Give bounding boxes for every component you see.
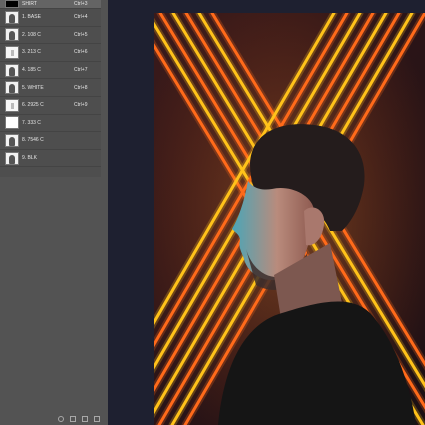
channel-name: 7. 333 C (22, 119, 41, 126)
channel-row[interactable]: 7. 333 C (0, 115, 101, 133)
new-channel-icon[interactable] (82, 416, 88, 422)
channel-thumbnail (5, 116, 19, 130)
trash-icon[interactable] (94, 416, 100, 422)
channel-thumbnail (5, 0, 19, 8)
channel-name: 9. BLK (22, 155, 38, 162)
channel-thumbnail (5, 10, 19, 24)
channel-thumbnail (5, 133, 19, 147)
channel-name: 6. 2925 C (22, 102, 44, 109)
visibility-toggle-icon[interactable] (0, 79, 4, 96)
channel-name: 4. 185 C (22, 67, 41, 74)
channel-row[interactable]: 8. 7546 C (0, 132, 101, 150)
channel-name: SHIRT (22, 1, 37, 7)
visibility-toggle-icon[interactable] (0, 44, 4, 61)
neon-x-portrait-artwork (154, 13, 425, 425)
visibility-toggle-icon[interactable] (0, 9, 4, 26)
channel-shortcut: Ctrl+4 (74, 14, 88, 21)
channel-thumbnail (5, 63, 19, 77)
channel-name: 3. 213 C (22, 49, 41, 56)
channels-panel-footer (0, 413, 108, 425)
channel-name: 8. 7546 C (22, 137, 44, 144)
portrait-photo (154, 13, 425, 425)
visibility-toggle-icon[interactable] (0, 27, 4, 44)
channel-thumbnail (5, 45, 19, 59)
save-selection-icon[interactable] (70, 416, 76, 422)
channel-row[interactable]: 2. 108 C Ctrl+5 (0, 27, 101, 45)
channel-row[interactable]: 6. 2925 C Ctrl+9 (0, 97, 101, 115)
channel-row[interactable]: 1. BASE Ctrl+4 (0, 9, 101, 27)
channel-name: 1. BASE (22, 14, 41, 21)
channel-row[interactable]: 5. WHITE Ctrl+8 (0, 79, 101, 97)
channel-shortcut: Ctrl+7 (74, 67, 88, 74)
channel-thumbnail (5, 151, 19, 165)
channel-shortcut: Ctrl+5 (74, 31, 88, 38)
dotted-circle-icon[interactable] (58, 416, 64, 422)
channel-shortcut: Ctrl+6 (74, 49, 88, 56)
channels-list: SHIRT Ctrl+3 1. BASE Ctrl+4 2. 108 C Ctrl+5 3.… (0, 0, 101, 177)
channel-thumbnail (5, 81, 19, 95)
channel-shortcut: Ctrl+9 (74, 102, 88, 109)
channel-row[interactable]: 9. BLK (0, 150, 101, 168)
visibility-toggle-icon[interactable] (0, 150, 4, 167)
channel-row[interactable]: SHIRT Ctrl+3 (0, 0, 101, 9)
channels-panel: SHIRT Ctrl+3 1. BASE Ctrl+4 2. 108 C Ctrl+5 3.… (0, 0, 108, 425)
visibility-toggle-icon[interactable] (0, 132, 4, 149)
visibility-toggle-icon[interactable] (0, 0, 4, 8)
visibility-toggle-icon[interactable] (0, 62, 4, 79)
channel-name: 5. WHITE (22, 84, 44, 91)
channel-shortcut: Ctrl+8 (74, 84, 88, 91)
visibility-toggle-icon[interactable] (0, 97, 4, 114)
channel-thumbnail (5, 28, 19, 42)
channel-thumbnail (5, 98, 19, 112)
channel-row[interactable]: 4. 185 C Ctrl+7 (0, 62, 101, 80)
channel-name: 2. 108 C (22, 31, 41, 38)
visibility-toggle-icon[interactable] (0, 115, 4, 132)
channel-row[interactable]: 3. 213 C Ctrl+6 (0, 44, 101, 62)
channel-shortcut: Ctrl+3 (74, 1, 88, 7)
